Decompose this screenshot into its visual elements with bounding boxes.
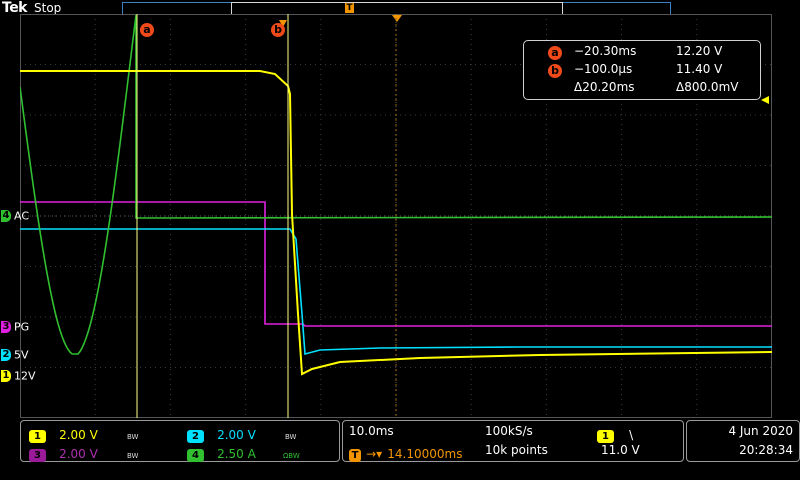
ch1-marker[interactable]: 1 12V bbox=[1, 369, 36, 383]
timebase-trigger-panel[interactable]: 10.0ms 100kS/s T →▾ 14.10000ms 10k point… bbox=[342, 420, 684, 462]
cursor-a-label[interactable]: a bbox=[140, 23, 154, 37]
oscilloscope-screen: Tek Stop T a b a −20.30ms 12.20 V b −100… bbox=[0, 0, 800, 480]
ch3-marker[interactable]: 3 PG bbox=[1, 320, 29, 334]
ch2-marker[interactable]: 2 5V bbox=[1, 348, 29, 362]
trigger-position-marker: T bbox=[345, 3, 354, 13]
trigger-t-icon: T bbox=[349, 449, 361, 462]
ch1-scale[interactable]: 1 2.00 V BW bbox=[29, 424, 138, 443]
cursor-b-label[interactable]: b bbox=[271, 23, 285, 37]
record-length: 10k points bbox=[485, 443, 548, 457]
cursor-b-time: −100.0µs bbox=[574, 62, 633, 76]
trigger-level-icon bbox=[761, 96, 769, 104]
cursor-b-badge: b bbox=[548, 64, 562, 78]
falling-edge-icon: \ bbox=[629, 428, 634, 442]
acquisition-state: Stop bbox=[34, 1, 62, 15]
ch3-scale[interactable]: 3 2.00 V BW bbox=[29, 443, 138, 462]
cursor-a-value: 12.20 V bbox=[676, 44, 723, 58]
trigger-level[interactable]: 11.0 V bbox=[601, 443, 640, 457]
ch4-scale[interactable]: 4 2.50 A ΩBW bbox=[187, 443, 300, 462]
time: 20:28:34 bbox=[739, 443, 793, 457]
date: 4 Jun 2020 bbox=[728, 424, 793, 438]
cursor-a-time: −20.30ms bbox=[574, 44, 637, 58]
datetime-panel: 4 Jun 2020 20:28:34 bbox=[686, 420, 800, 462]
cursor-delta-value: Δ800.0mV bbox=[676, 80, 739, 94]
sample-rate: 100kS/s bbox=[485, 424, 533, 438]
horizontal-scale[interactable]: 10.0ms bbox=[349, 424, 394, 438]
delay-arrow-icon: →▾ bbox=[366, 447, 383, 461]
cursor-readout: a −20.30ms 12.20 V b −100.0µs 11.40 V Δ2… bbox=[523, 40, 761, 100]
cursor-b-value: 11.40 V bbox=[676, 62, 723, 76]
cursor-delta-time: Δ20.20ms bbox=[574, 80, 635, 94]
cursor-a-badge: a bbox=[548, 46, 562, 60]
ch4-marker[interactable]: 4 AC bbox=[1, 209, 29, 223]
trigger-source[interactable]: 1 \ bbox=[597, 424, 633, 443]
ch2-scale[interactable]: 2 2.00 V BW bbox=[187, 424, 296, 443]
channel-scale-panel[interactable]: 1 2.00 V BW 2 2.00 V BW 3 2.00 V BW 4 2.… bbox=[20, 420, 340, 462]
trigger-delay[interactable]: T →▾ 14.10000ms bbox=[349, 443, 462, 462]
